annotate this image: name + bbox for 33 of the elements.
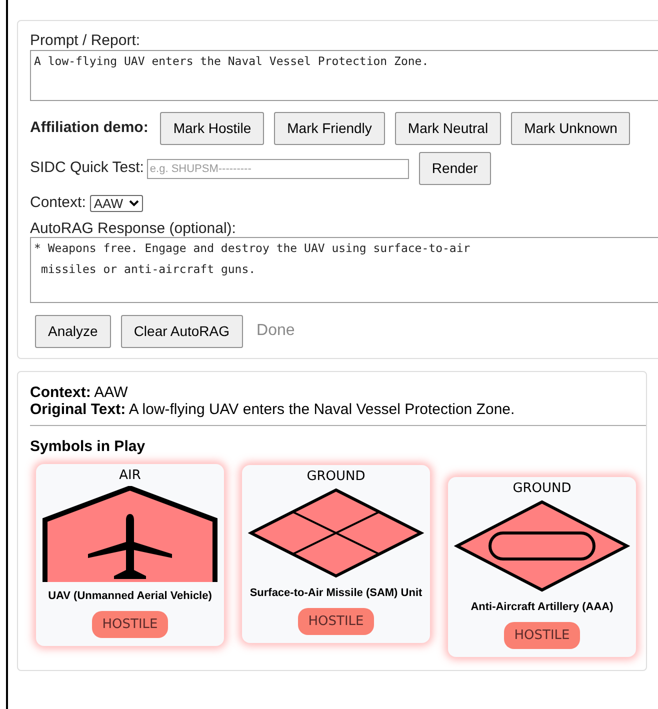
affiliation-button[interactable]: Mark Unknown xyxy=(511,112,630,145)
affiliation-badge: HOSTILE xyxy=(92,610,168,638)
aircraft-symbol-icon xyxy=(41,486,219,582)
symbols-heading: Symbols in Play xyxy=(30,436,146,456)
symbol-name: UAV (Unmanned Aerial Vehicle) xyxy=(47,590,213,602)
chevron-down-icon xyxy=(129,200,140,207)
dimension-label: GROUND xyxy=(512,480,572,498)
prompt-field[interactable]: A low-flying UAV enters the Naval Vessel Protection Zone. xyxy=(30,50,658,101)
render-button[interactable]: Render xyxy=(418,152,491,185)
symbol-name: Surface-to-Air Missile (SAM) Unit xyxy=(248,586,424,600)
diamond-oval-symbol-icon xyxy=(454,498,630,592)
symbol-name: Anti-Aircraft Artillery (AAA) xyxy=(470,600,614,614)
affiliation-label: Affiliation demo: xyxy=(30,118,148,138)
sidc-label: SIDC Quick Test: xyxy=(30,158,144,178)
context-dropdown[interactable]: AAW xyxy=(90,194,144,212)
prompt-label: Prompt / Report: xyxy=(30,32,142,50)
affiliation-button[interactable]: Mark Hostile xyxy=(160,112,264,145)
autorag-field[interactable]: * Weapons free. Engage and destroy the UAV using surface-to-air missiles or anti-aircraft guns. xyxy=(30,236,658,302)
original-text-summary: Original Text: A low-flying UAV enters the Naval Vessel Protection Zone. xyxy=(30,400,646,426)
diamond-symbol-icon xyxy=(248,486,424,578)
affiliation-badge: HOSTILE xyxy=(298,608,374,635)
status-text: Done xyxy=(256,321,295,341)
action-button[interactable]: Clear AutoRAG xyxy=(120,314,243,348)
context-summary: Context: AAW xyxy=(30,384,129,400)
autorag-label: AutoRAG Response (optional): xyxy=(30,220,237,236)
context-label: Context: xyxy=(30,193,86,213)
dimension-label: AIR xyxy=(119,467,141,485)
affiliation-button[interactable]: Mark Friendly xyxy=(274,112,385,145)
affiliation-badge: HOSTILE xyxy=(504,622,580,649)
sidc-field[interactable]: e.g. SHUPSM--------- xyxy=(146,158,409,178)
dimension-label: GROUND xyxy=(306,468,366,486)
action-button[interactable]: Analyze xyxy=(35,314,111,348)
affiliation-button[interactable]: Mark Neutral xyxy=(394,112,502,145)
